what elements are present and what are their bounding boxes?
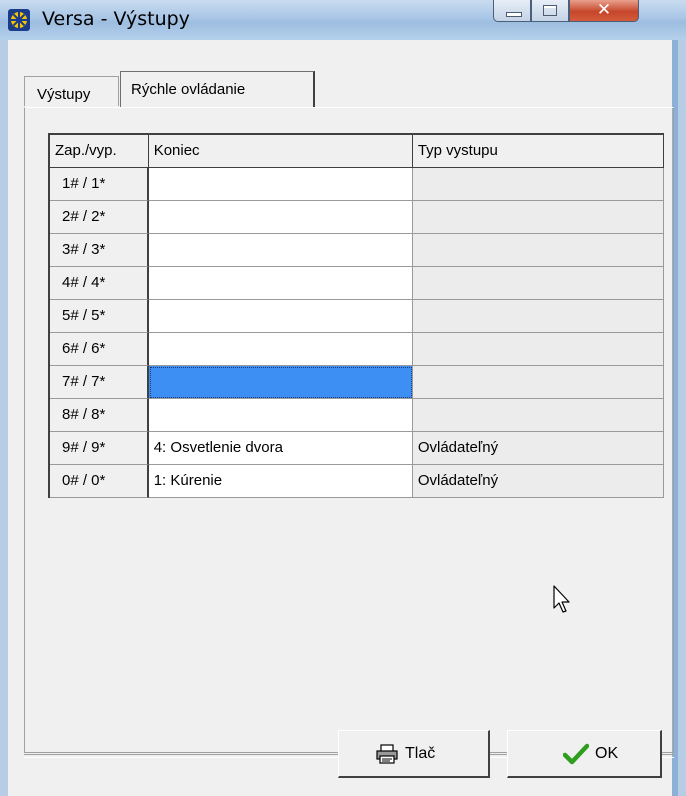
koniec-cell[interactable]: [148, 234, 413, 267]
koniec-cell[interactable]: [148, 267, 413, 300]
typ-cell: Ovládateľný: [412, 432, 665, 465]
typ-cell: Ovládateľný: [412, 465, 665, 498]
koniec-cell[interactable]: [148, 201, 413, 234]
maximize-button[interactable]: [531, 0, 569, 22]
koniec-cell[interactable]: [148, 168, 413, 201]
mouse-cursor-icon: [553, 585, 570, 613]
close-button[interactable]: ✕: [569, 0, 639, 22]
table-row[interactable]: 3# / 3*: [50, 234, 665, 267]
window-frame-right: [678, 40, 686, 796]
row-key-cell[interactable]: 6# / 6*: [50, 333, 149, 366]
tab-label: Výstupy: [37, 86, 91, 103]
app-icon: [8, 9, 30, 31]
column-header-koniec[interactable]: Koniec: [148, 135, 413, 168]
table-row[interactable]: 6# / 6*: [50, 333, 665, 366]
koniec-cell[interactable]: [148, 333, 413, 366]
tab-label: Rýchle ovládanie: [131, 81, 246, 98]
window: Versa - Výstupy ✕ Výstupy Rýchle ovládan…: [0, 0, 686, 796]
ok-button[interactable]: OK: [507, 730, 662, 778]
typ-cell: [412, 366, 665, 399]
table-row[interactable]: 9# / 9* 4: Osvetlenie dvora Ovládateľný: [50, 432, 665, 465]
window-frame-left: [0, 40, 8, 796]
print-button[interactable]: Tlač: [338, 730, 490, 778]
print-button-label: Tlač: [405, 745, 436, 762]
typ-cell: [412, 300, 665, 333]
typ-cell: [412, 168, 665, 201]
table-row[interactable]: 8# / 8*: [50, 399, 665, 432]
row-key-cell[interactable]: 5# / 5*: [50, 300, 149, 333]
typ-cell: [412, 267, 665, 300]
row-key-cell[interactable]: 3# / 3*: [50, 234, 149, 267]
typ-cell: [412, 201, 665, 234]
koniec-cell[interactable]: [148, 300, 413, 333]
window-title: Versa - Výstupy: [42, 8, 190, 30]
row-key-cell[interactable]: 1# / 1*: [50, 168, 149, 201]
minimize-button[interactable]: [493, 0, 531, 22]
koniec-cell[interactable]: 4: Osvetlenie dvora: [148, 432, 413, 465]
column-header-zap-vyp[interactable]: Zap./vyp.: [50, 135, 149, 168]
row-key-cell[interactable]: 7# / 7*: [50, 366, 149, 399]
row-key-cell[interactable]: 0# / 0*: [50, 465, 149, 498]
table-row[interactable]: 7# / 7*: [50, 366, 665, 399]
tab-rychle-ovladanie[interactable]: Rýchle ovládanie: [120, 71, 315, 108]
row-key-cell[interactable]: 8# / 8*: [50, 399, 149, 432]
title-bar[interactable]: Versa - Výstupy ✕: [0, 0, 686, 40]
koniec-cell-selected[interactable]: [148, 366, 413, 399]
typ-cell: [412, 333, 665, 366]
table-row[interactable]: 1# / 1*: [50, 168, 665, 201]
table-row[interactable]: 5# / 5*: [50, 300, 665, 333]
ok-button-label: OK: [595, 745, 619, 762]
table-row[interactable]: 0# / 0* 1: Kúrenie Ovládateľný: [50, 465, 665, 498]
typ-cell: [412, 399, 665, 432]
close-icon: ✕: [596, 0, 612, 20]
row-key-cell[interactable]: 9# / 9*: [50, 432, 149, 465]
row-key-cell[interactable]: 4# / 4*: [50, 267, 149, 300]
grid-header-row: Zap./vyp. Koniec Typ vystupu: [50, 135, 664, 168]
koniec-cell[interactable]: 1: Kúrenie: [148, 465, 413, 498]
column-header-typ-vystupu[interactable]: Typ vystupu: [412, 135, 664, 168]
table-row[interactable]: 2# / 2*: [50, 201, 665, 234]
printer-icon: [376, 744, 398, 764]
tab-vystupy[interactable]: Výstupy: [24, 76, 119, 106]
typ-cell: [412, 234, 665, 267]
table-row[interactable]: 4# / 4*: [50, 267, 665, 300]
checkmark-icon: [563, 743, 589, 765]
outputs-grid[interactable]: Zap./vyp. Koniec Typ vystupu 1# / 1* 2# …: [48, 133, 665, 498]
row-key-cell[interactable]: 2# / 2*: [50, 201, 149, 234]
koniec-cell[interactable]: [148, 399, 413, 432]
